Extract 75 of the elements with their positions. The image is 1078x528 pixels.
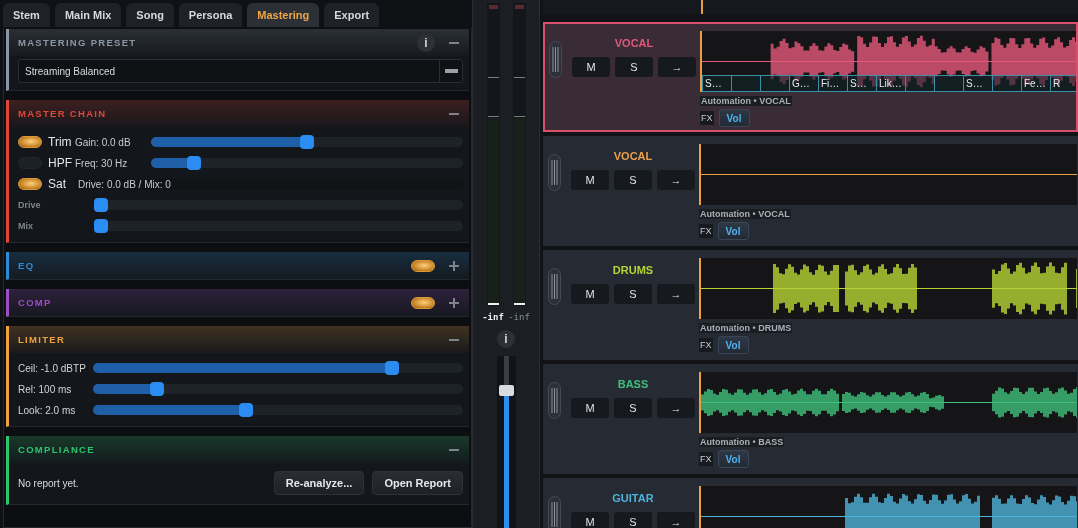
track-button[interactable]: S [614,284,652,304]
control-label: HPF [48,156,73,170]
tab[interactable]: Persona [178,3,243,27]
section-title: MASTERING PRESET [18,37,137,48]
lyric-segment[interactable]: Fi… [818,75,847,92]
lyric-segment[interactable]: S… [702,75,731,92]
tab[interactable]: Stem [3,3,50,27]
control-reading: Gain: 0.0 dB [75,136,132,148]
automation-label: Automation • BASS [699,437,785,447]
meter-reading: -inf [508,312,530,322]
track-name: DRUMS [612,264,654,276]
fx-button[interactable]: FX [699,338,713,352]
preset-dropdown[interactable]: Streaming Balanced [18,59,463,83]
tab[interactable]: Export [324,3,380,27]
track-button[interactable]: → [657,284,695,304]
fx-button[interactable]: FX [699,452,713,466]
control-label: Ceil: -1.0 dBTP [18,362,87,374]
section-title: COMP [18,297,52,308]
tab[interactable]: Main Mix [54,3,122,27]
section-title: MASTER CHAIN [18,108,107,119]
control-label: Look: 2.0 ms [18,404,77,416]
automation-label: Automation • DRUMS [699,323,793,333]
tab[interactable]: Song [126,3,174,27]
track-button[interactable]: → [657,398,695,418]
volume-button[interactable]: Vol [718,109,750,127]
volume-button[interactable]: Vol [717,336,749,354]
track-lane[interactable]: VOCAL M S → Automation • VOCAL FX Vol [543,136,1078,246]
track-name: BASS [617,378,649,390]
lyric-segment[interactable]: G… [789,75,818,92]
automation-label: Automation • VOCAL [700,96,792,106]
action-button[interactable]: Open Report [372,471,463,495]
track-button[interactable]: S [614,170,652,190]
control-label: Mix [18,221,34,231]
section-title: EQ [18,260,35,271]
track-button[interactable]: S [615,57,653,77]
lyric-segment[interactable]: Fe… [1021,75,1050,92]
track-lane[interactable]: GUITAR M S → [543,478,1078,528]
track-lane[interactable]: BASS M S → Automation • BASS FX Vol [543,364,1078,474]
info-button[interactable]: i [497,330,515,348]
track-lane[interactable]: DRUMS M S → Automation • DRUMS FX Vol [543,250,1078,360]
track-name: VOCAL [614,37,654,49]
track-button[interactable]: M [571,512,609,528]
tab[interactable]: Mastering [247,3,320,27]
track-button[interactable]: M [571,398,609,418]
track-button[interactable]: S [614,512,652,528]
volume-button[interactable]: Vol [717,222,749,240]
meter-reading: -inf [482,312,504,322]
fx-button[interactable]: FX [700,111,714,125]
track-button[interactable]: → [658,57,696,77]
control-reading: Freq: 30 Hz [75,157,129,169]
fx-button[interactable]: FX [699,224,713,238]
lyric-segment[interactable]: S… [963,75,992,92]
section-title: COMPLIANCE [18,444,95,455]
control-label: Drive [18,200,42,210]
action-button[interactable]: Re-analyze... [273,471,365,495]
track-button[interactable]: → [657,512,695,528]
control-label: Trim [48,135,73,149]
status-message: No report yet. [18,477,80,489]
info-button[interactable]: i [417,33,435,52]
volume-button[interactable]: Vol [717,450,749,468]
track-button[interactable]: M [572,57,610,77]
track-button[interactable]: M [571,284,609,304]
track-lane[interactable]: VOCAL M S → S… G… Fi… S… Lik… S… Fe… R Automation • VOCAL FX Vol [543,22,1078,132]
section-title: LIMITER [18,334,66,345]
control-label: Sat [48,177,67,191]
automation-label: Automation • VOCAL [699,209,791,219]
lyric-segment[interactable]: R [1050,75,1076,92]
track-button[interactable]: M [571,170,609,190]
control-label: Rel: 100 ms [18,383,73,395]
track-button[interactable]: → [657,170,695,190]
track-name: VOCAL [613,150,653,162]
track-button[interactable]: S [614,398,652,418]
track-name: GUITAR [612,492,654,504]
lyric-segment[interactable]: Lik… [876,75,905,92]
lyric-segment[interactable]: S… [847,75,876,92]
